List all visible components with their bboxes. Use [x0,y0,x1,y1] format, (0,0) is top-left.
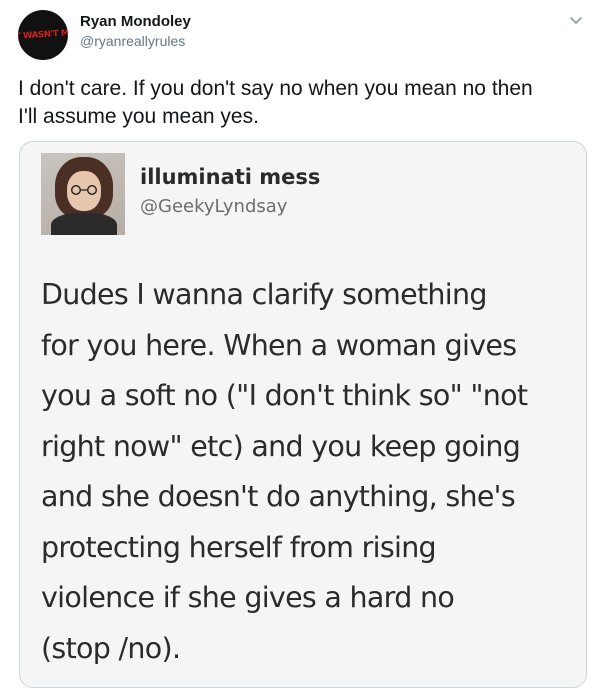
chevron-down-icon[interactable] [569,14,583,28]
quoted-text-line: Dudes I wanna clarify something [41,278,487,311]
tweet: IT WASN'T ME Ryan Mondoley @ryanreallyru… [0,0,590,688]
tweet-text: I don't care. If you don't say no when y… [18,75,583,131]
avatar-logo-text: IT WASN'T ME [18,27,68,43]
quoted-avatar [41,153,125,235]
tweet-text-line: I'll assume you mean yes. [18,105,259,128]
quoted-author-handle: @GeekyLyndsay [140,196,288,217]
quoted-tweet-card[interactable]: illuminati mess @GeekyLyndsay Dudes I wa… [19,141,587,688]
quoted-text-line: for you here. When a woman gives [41,328,517,362]
tweet-text-line: I don't care. If you don't say no when y… [18,77,533,100]
avatar[interactable]: IT WASN'T ME [18,10,68,60]
author-name[interactable]: Ryan Mondoley [80,13,191,30]
quoted-text-line: protecting herself from rising [41,530,437,564]
quoted-tweet-text: Dudes I wanna clarify something for you … [41,270,581,674]
quoted-author-name: illuminati mess [140,165,321,189]
quoted-text-line: (stop /no). [41,631,181,665]
quoted-text-line: and she doesn't do anything, she's [41,480,516,513]
quoted-text-line: you a soft no ("I don't think so" "not [41,379,528,412]
quoted-text-line: right now" etc) and you keep going [41,429,521,463]
quoted-text-line: violence if she gives a hard no [41,581,455,614]
author-handle[interactable]: @ryanreallyrules [80,33,185,49]
